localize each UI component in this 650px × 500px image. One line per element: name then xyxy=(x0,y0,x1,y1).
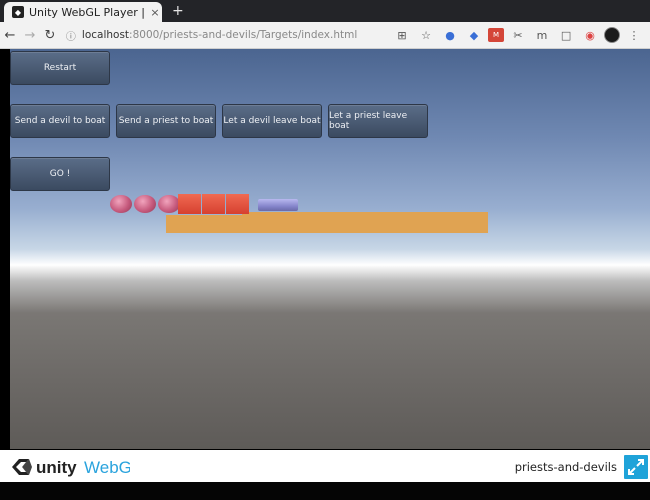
send-priest-button[interactable]: Send a priest to boat xyxy=(116,104,216,138)
unity-favicon-icon: ◆ xyxy=(12,6,24,18)
project-name: priests-and-devils xyxy=(514,460,617,474)
brand-word: unity xyxy=(36,458,77,477)
bookmark-star-icon[interactable]: ☆ xyxy=(416,27,436,43)
extensions-area: ⊞ ☆ ● ◆ M ✂ m □ ◉ ⋮ xyxy=(388,27,644,43)
address-bar[interactable]: ⓘ localhost:8000/priests-and-devils/Targ… xyxy=(66,25,388,45)
boat[interactable] xyxy=(258,199,298,211)
back-button[interactable]: ← xyxy=(0,28,20,43)
unity-webgl-logo: unity WebGL xyxy=(12,458,130,477)
gmail-extension-icon[interactable]: M xyxy=(488,28,505,42)
webgl-footer: unity WebGL priests-and-devils xyxy=(0,450,650,482)
extension-square-icon[interactable]: □ xyxy=(556,27,576,43)
devil-leave-button[interactable]: Let a devil leave boat xyxy=(222,104,322,138)
scissors-icon[interactable]: ✂ xyxy=(508,27,528,43)
restart-button[interactable]: Restart xyxy=(10,51,110,85)
extension-globe-icon[interactable]: ● xyxy=(440,27,460,43)
site-info-icon[interactable]: ⓘ xyxy=(66,28,76,43)
devil[interactable] xyxy=(226,194,249,214)
close-tab-icon[interactable]: × xyxy=(148,6,162,19)
fullscreen-button[interactable] xyxy=(624,455,648,479)
unity-cube-icon xyxy=(12,459,32,475)
extension-record-icon[interactable]: ◉ xyxy=(580,27,600,43)
browser-toolbar: ← → ↻ ⓘ localhost:8000/priests-and-devil… xyxy=(0,22,650,49)
go-button[interactable]: GO ! xyxy=(10,157,110,191)
start-shore xyxy=(166,215,242,233)
fullscreen-icon xyxy=(628,459,644,475)
devil[interactable] xyxy=(202,194,225,214)
send-devil-button[interactable]: Send a devil to boat xyxy=(10,104,110,138)
forward-button[interactable]: → xyxy=(20,28,40,43)
priest[interactable] xyxy=(158,195,180,213)
browser-tab[interactable]: ◆ Unity WebGL Player | pri × xyxy=(4,2,162,22)
translate-icon[interactable]: ⊞ xyxy=(392,27,412,43)
menu-icon[interactable]: ⋮ xyxy=(624,27,644,43)
priest-leave-button[interactable]: Let a priest leave boat xyxy=(328,104,428,138)
extension-m-icon[interactable]: m xyxy=(532,27,552,43)
priest[interactable] xyxy=(110,195,132,213)
url-host: localhost xyxy=(81,29,130,41)
url-path: :8000/priests-and-devils/Targets/index.h… xyxy=(129,29,358,41)
reload-button[interactable]: ↻ xyxy=(40,28,60,43)
devil[interactable] xyxy=(178,194,201,214)
tab-title: Unity WebGL Player | pri xyxy=(29,5,148,19)
river-shore xyxy=(242,212,488,233)
profile-avatar[interactable] xyxy=(604,27,621,43)
bottom-bar xyxy=(0,482,650,500)
unity-canvas[interactable]: Restart Send a devil to boat Send a prie… xyxy=(10,49,650,449)
new-tab-button[interactable]: + xyxy=(172,2,184,20)
priest[interactable] xyxy=(134,195,156,213)
tab-strip: ◆ Unity WebGL Player | pri × + xyxy=(0,0,650,22)
brand-suffix: WebGL xyxy=(84,458,130,477)
extension-puzzle-icon[interactable]: ◆ xyxy=(464,27,484,43)
